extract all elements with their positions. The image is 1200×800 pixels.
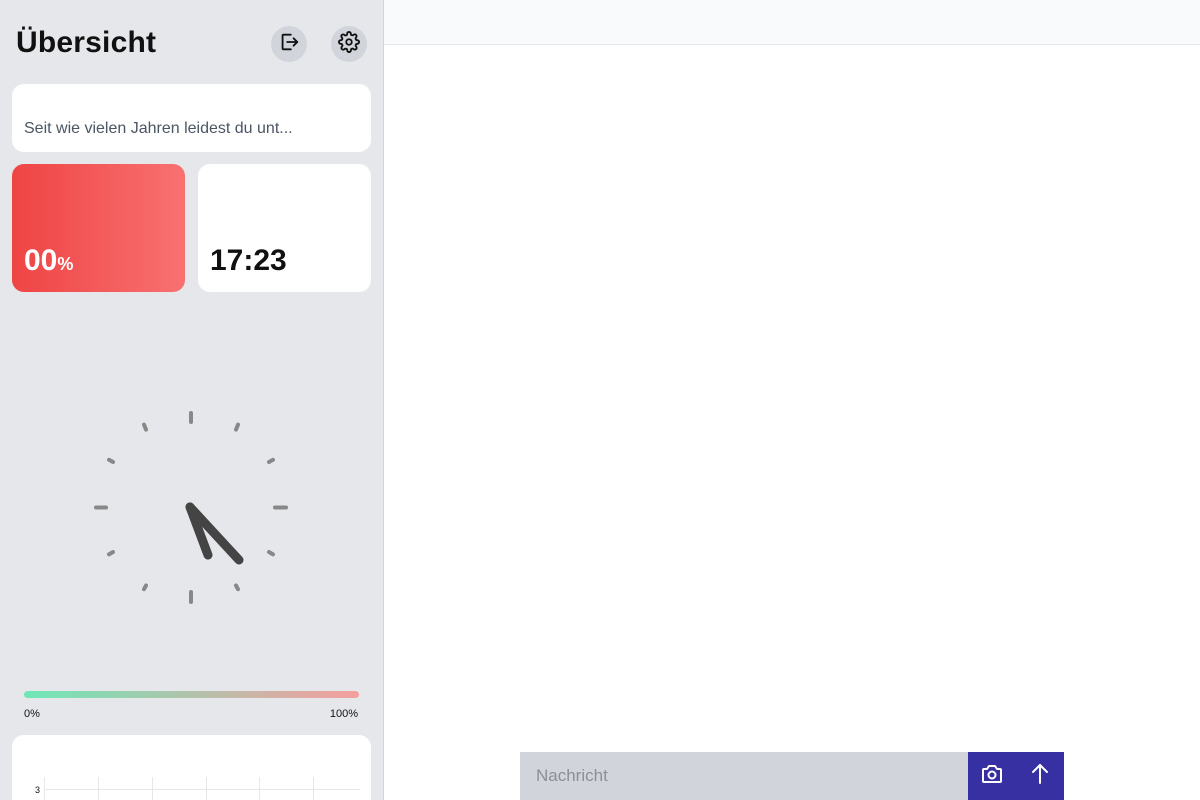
main-header xyxy=(384,0,1200,45)
clock-tick-11 xyxy=(142,422,148,432)
chart-gridlines xyxy=(44,777,360,800)
percentage-card: 00% xyxy=(12,164,185,292)
message-input[interactable] xyxy=(520,752,968,800)
clock-tick-4 xyxy=(267,550,275,557)
mini-chart-card: 3 xyxy=(12,735,371,800)
clock-hands xyxy=(185,502,244,565)
question-card[interactable]: Seit wie vielen Jahren leidest du unt... xyxy=(12,84,371,152)
scale-max-label: 100% xyxy=(329,708,358,720)
gear-icon xyxy=(338,30,360,58)
percentage-value-wrap: 00% xyxy=(24,244,73,278)
scale-min-label: 0% xyxy=(24,708,40,720)
time-card: 17:23 xyxy=(198,164,371,292)
clock-tick-1 xyxy=(234,422,240,432)
clock-tick-8 xyxy=(107,550,115,557)
clock-tick-7 xyxy=(142,583,148,592)
time-value: 17:23 xyxy=(210,244,287,277)
clock-tick-2 xyxy=(267,457,275,464)
clock-dial xyxy=(94,411,288,604)
scale-bar xyxy=(24,691,359,698)
sidebar: Übersicht Seit wie vielen Jahren leidest… xyxy=(0,0,384,800)
clock-tick-10 xyxy=(107,457,115,464)
arrow-up-icon xyxy=(1028,762,1052,791)
send-button[interactable] xyxy=(1016,752,1064,800)
mini-chart: 3 xyxy=(35,777,360,800)
percentage-value: 00 xyxy=(24,244,58,277)
logout-button[interactable] xyxy=(271,26,307,62)
message-composer xyxy=(520,752,1064,800)
logout-icon xyxy=(278,31,300,58)
question-text: Seit wie vielen Jahren leidest du unt... xyxy=(24,120,293,137)
settings-button[interactable] xyxy=(331,26,367,62)
page-title: Übersicht xyxy=(16,26,157,59)
chart-y-tick: 3 xyxy=(35,785,40,795)
camera-icon xyxy=(980,762,1004,791)
camera-button[interactable] xyxy=(968,752,1016,800)
percentage-unit: % xyxy=(57,254,74,274)
clock-tick-5 xyxy=(234,583,240,592)
chat-area xyxy=(384,45,1200,800)
